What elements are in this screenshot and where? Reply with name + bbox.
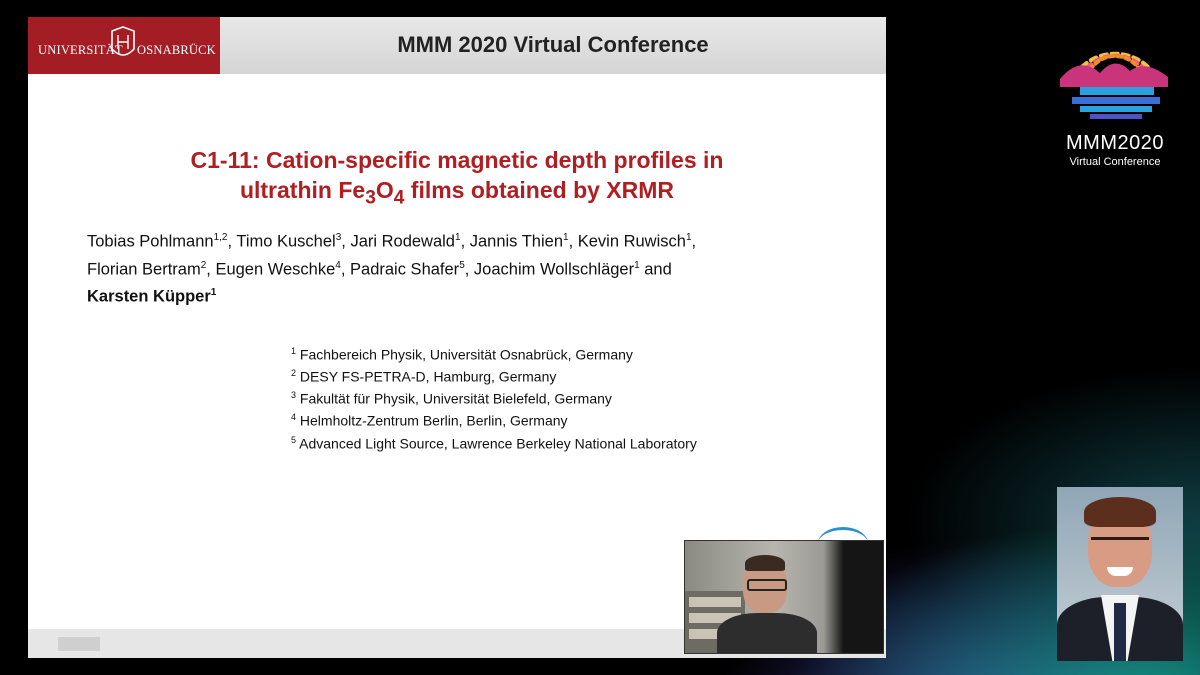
university-logo: UNIVERSITÄT OSNABRÜCK	[28, 17, 220, 74]
portrait-hair	[1084, 497, 1156, 527]
portrait-tie	[1114, 603, 1126, 661]
speaker-portrait	[1057, 487, 1183, 661]
conference-logo-subtitle: Virtual Conference	[1069, 156, 1161, 168]
university-logo-right-text: OSNABRÜCK	[137, 43, 216, 57]
affiliation-item: 3 Fakultät für Physik, Universität Biele…	[291, 390, 612, 407]
webcam-person-body	[717, 613, 817, 653]
author-list: Tobias Pohlmann1,2, Timo Kuschel3, Jari …	[87, 226, 847, 309]
affiliation-item: 4 Helmholtz-Zentrum Berlin, Berlin, Germ…	[291, 412, 568, 430]
talk-title-line2: ultrathin Fe3O4 films obtained by XRMR	[239, 177, 675, 209]
webcam-person-glasses	[747, 579, 787, 591]
conference-logo-title: MMM2020	[1066, 132, 1164, 154]
portrait-glasses	[1091, 537, 1149, 552]
footer-logo-mark	[58, 637, 100, 651]
university-crest-icon	[111, 26, 135, 56]
affiliation-list: 1 Fachbereich Physik, Universität Osnabr…	[291, 342, 811, 453]
affiliation-item: 5 Advanced Light Source, Lawrence Berkel…	[291, 434, 697, 452]
author-line-2: Florian Bertram2, Eugen Weschke4, Padrai…	[87, 259, 672, 279]
author-line-1: Tobias Pohlmann1,2, Timo Kuschel3, Jari …	[87, 232, 697, 251]
talk-title: C1-11: Cation-specific magnetic depth pr…	[28, 145, 886, 214]
author-line-3: Karsten Küpper1	[87, 287, 217, 306]
affiliation-item: 1 Fachbereich Physik, Universität Osnabr…	[291, 346, 633, 363]
talk-title-line1: C1-11: Cation-specific magnetic depth pr…	[190, 147, 724, 173]
affiliation-item: 2 DESY FS-PETRA-D, Hamburg, Germany	[291, 368, 557, 385]
slide-header: UNIVERSITÄT OSNABRÜCK MMM 2020 Virtual C…	[28, 17, 886, 74]
webcam-person-hair	[745, 555, 785, 571]
presenter-webcam-video[interactable]	[684, 540, 884, 654]
conference-title: MMM 2020 Virtual Conference	[397, 32, 709, 57]
